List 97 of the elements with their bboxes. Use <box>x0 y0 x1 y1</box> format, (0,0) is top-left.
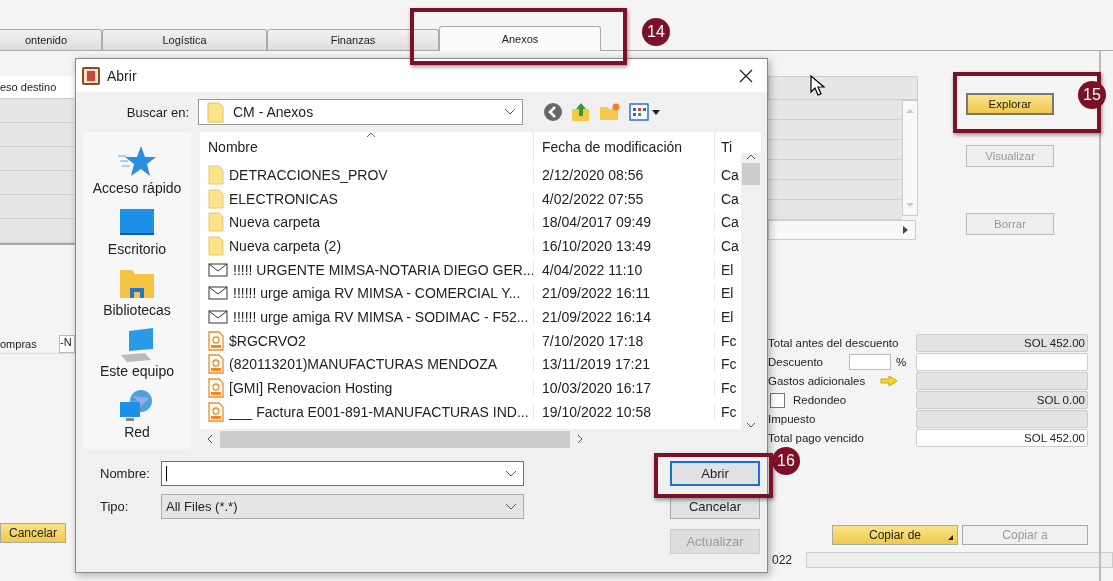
scroll-right-icon[interactable] <box>901 225 909 235</box>
column-header[interactable]: Nombre <box>200 132 533 163</box>
table-cell: 18/04/2017 09:49 <box>533 214 714 231</box>
table-cell: 16/10/2020 13:49 <box>533 237 714 254</box>
scrollbar[interactable] <box>768 220 916 240</box>
window-title: Abrir <box>107 67 137 84</box>
tab[interactable]: Finanzas <box>267 29 439 50</box>
attachment-button[interactable]: Explorar <box>966 93 1054 115</box>
status-text: 022 <box>772 553 793 567</box>
input-field[interactable]: -N <box>59 335 75 353</box>
file-name[interactable]: !!!!!! urge amiga RV MIMSA - SODIMAC - F52... <box>233 308 529 325</box>
document-icon <box>208 378 224 399</box>
total-label: Gastos adicionales <box>768 375 866 387</box>
tab[interactable]: ontenido <box>0 29 102 50</box>
column-header[interactable]: Fecha de modificación <box>533 132 714 163</box>
table-cell: 21/09/2022 16:11 <box>533 285 714 302</box>
table-cell: 21/09/2022 16:14 <box>533 308 714 325</box>
file-name[interactable]: $RGCRVO2 <box>229 332 306 349</box>
amount-field[interactable]: SOL 452.00 <box>916 334 1088 352</box>
table-cell: 2/12/2020 08:56 <box>533 166 714 183</box>
table-cell: 13/11/2019 17:21 <box>533 356 714 373</box>
sort-caret-icon <box>366 132 376 138</box>
checkbox[interactable] <box>770 392 785 408</box>
amount-field[interactable] <box>916 353 1088 371</box>
document-icon <box>208 401 224 422</box>
scroll-left-icon[interactable] <box>206 434 214 444</box>
file-name-field[interactable] <box>161 461 524 486</box>
folder-icon <box>208 212 224 233</box>
place-item[interactable]: Bibliotecas <box>83 266 191 327</box>
place-item[interactable]: Escritorio <box>83 205 191 266</box>
chevron-down-icon[interactable] <box>505 502 517 511</box>
place-item[interactable]: Este equipo <box>83 327 191 388</box>
percent-field[interactable] <box>849 354 891 370</box>
file-name[interactable]: (820113201)MANUFACTURAS MENDOZA <box>229 356 498 373</box>
file-name[interactable]: DETRACCIONES_PROV <box>229 166 388 183</box>
file-name[interactable]: [GMI] Renovacion Hosting <box>229 380 393 397</box>
scroll-down-icon[interactable] <box>746 421 756 429</box>
file-type-dropdown[interactable]: All Files (*.*) <box>161 494 524 519</box>
file-name[interactable]: ELECTRONICAS <box>229 190 338 207</box>
table-cell: 4/02/2022 07:55 <box>533 190 714 207</box>
field-label: ompras <box>0 338 38 350</box>
scroll-up-icon[interactable] <box>746 153 756 161</box>
column-header: eso destino <box>0 76 75 99</box>
view-menu-icon[interactable] <box>629 102 661 122</box>
chevron-down-icon[interactable] <box>505 469 517 478</box>
file-name[interactable]: Nueva carpeta (2) <box>229 237 342 254</box>
step-badge: 16 <box>772 447 800 475</box>
tab[interactable]: Logística <box>102 29 267 50</box>
document-icon <box>208 330 224 351</box>
folder-icon <box>208 188 224 209</box>
up-folder-icon[interactable] <box>571 102 591 122</box>
file-name[interactable]: !!!!!! urge amiga RV MIMSA - COMERCIAL Y... <box>233 285 521 302</box>
folder-icon <box>207 101 225 123</box>
percent-sign: % <box>896 356 907 368</box>
tab[interactable]: Anexos <box>439 26 601 51</box>
folder-icon <box>208 235 224 256</box>
file-name[interactable]: Nueva carpeta <box>229 214 321 231</box>
app-icon <box>81 65 101 86</box>
total-label: Impuesto <box>768 413 816 425</box>
scroll-right-icon[interactable] <box>576 434 584 444</box>
total-label: Total pago vencido <box>768 432 864 444</box>
envelope-icon <box>208 286 228 301</box>
table-cell: 4/04/2022 11:10 <box>533 261 714 278</box>
total-label: Descuento <box>768 356 823 368</box>
amount-field[interactable]: SOL 0.00 <box>916 391 1088 409</box>
step-badge: 15 <box>1078 81 1106 109</box>
table-cell: 19/10/2022 10:58 <box>533 403 714 420</box>
amount-field[interactable] <box>916 372 1088 390</box>
chevron-down-icon <box>504 108 516 116</box>
file-type-label: Tipo: <box>99 499 130 514</box>
dialog-button[interactable]: Abrir <box>670 461 760 486</box>
copy-button[interactable]: Copiar de <box>832 525 958 545</box>
envelope-icon <box>208 309 228 324</box>
file-name[interactable]: !!!!! URGENTE MIMSA-NOTARIA DIEGO GER... <box>233 261 535 278</box>
file-name[interactable]: ___ Factura E001-891-MANUFACTURAS IND... <box>229 403 529 420</box>
folder-icon <box>208 164 224 185</box>
cancel-button[interactable]: Cancelar <box>0 523 66 543</box>
look-in-label: Buscar en: <box>125 104 189 120</box>
table-cell: 10/03/2020 16:17 <box>533 380 714 397</box>
back-icon[interactable] <box>543 102 563 122</box>
document-icon <box>208 354 224 375</box>
scroll-thumb[interactable] <box>742 163 760 185</box>
new-folder-icon[interactable] <box>599 102 621 122</box>
place-item[interactable]: Red <box>83 388 191 449</box>
table-cell: 7/10/2020 17:18 <box>533 332 714 349</box>
total-label: Total antes del descuento <box>768 337 899 349</box>
total-label: Redondeo <box>793 394 847 406</box>
amount-field[interactable] <box>916 410 1088 428</box>
look-in-dropdown[interactable]: CM - Anexos <box>198 99 523 125</box>
close-icon[interactable] <box>739 68 753 83</box>
amount-field[interactable]: SOL 452.00 <box>916 429 1088 447</box>
link-arrow-icon[interactable] <box>880 375 899 387</box>
mouse-cursor-icon <box>810 75 826 97</box>
envelope-icon <box>208 262 228 277</box>
place-item[interactable]: Acceso rápido <box>83 144 191 205</box>
file-name-label: Nombre: <box>99 466 151 481</box>
step-badge: 14 <box>642 18 670 46</box>
